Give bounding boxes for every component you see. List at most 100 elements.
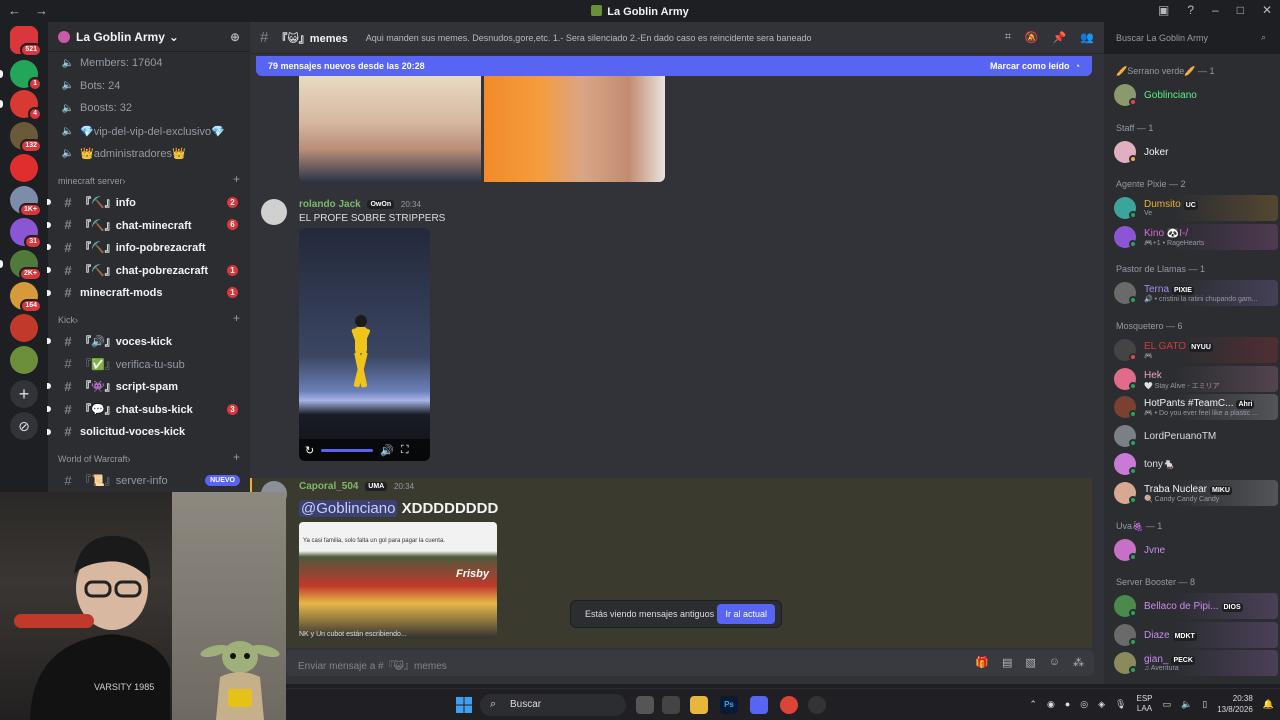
windows-start-icon[interactable] — [456, 697, 472, 713]
chrome-icon[interactable] — [780, 696, 798, 714]
member-item[interactable]: gian_ PECK ♫ Aventura — [1114, 650, 1278, 677]
member-item[interactable]: LordPeruanoTM — [1114, 423, 1276, 449]
replay-icon[interactable]: ↻ — [305, 444, 314, 457]
user-mention[interactable]: @Goblinciano — [299, 500, 398, 517]
jump-present-button[interactable]: Ir al actual — [717, 604, 775, 624]
file-explorer-icon[interactable] — [690, 696, 708, 714]
chevron-up-icon[interactable]: ⌃ — [1029, 699, 1037, 710]
server-icon[interactable] — [10, 154, 38, 182]
pin-icon[interactable]: 📌 — [1053, 31, 1067, 44]
member-item[interactable]: Traba Nuclear MIKU 🍭 Candy Candy Candy — [1114, 480, 1278, 506]
add-channel-icon[interactable]: + — [233, 172, 240, 186]
server-icon[interactable]: 521 — [10, 26, 42, 57]
member-item[interactable]: Kino 🐼I-/🎮+1 • RageHearts — [1114, 223, 1278, 250]
message-input[interactable]: Enviar mensaje a #『😺』memes 🎁 ▤ ▧ ☺ ⁂ — [286, 650, 1094, 676]
server-stat-channel[interactable]: 🔈 Members: 17604 — [48, 52, 250, 75]
member-item[interactable]: Diaze MDKT — [1114, 621, 1278, 648]
help-icon[interactable]: ? — [1187, 3, 1194, 17]
tray-app-icon[interactable]: ◈ — [1098, 699, 1105, 710]
meme-image-right[interactable] — [484, 74, 665, 182]
member-item[interactable]: Terna PIXIE 🔊 • cristini la ratini chupand… — [1114, 280, 1278, 307]
battery-icon[interactable]: ▯ — [1202, 699, 1207, 710]
server-icon[interactable]: 31 — [10, 218, 42, 249]
server-icon[interactable] — [10, 314, 38, 342]
meme-image[interactable]: Ya casi familia, solo falta un gol para … — [299, 522, 497, 638]
add-channel-icon[interactable]: + — [233, 450, 240, 464]
add-server-icon[interactable]: + — [10, 380, 38, 408]
message-author[interactable]: rolando Jack — [299, 199, 361, 210]
gif-icon[interactable]: ▤ — [1002, 656, 1012, 669]
server-stat-channel[interactable]: 🔈 👑administradores👑 — [48, 142, 250, 165]
members-icon[interactable]: 👥 — [1080, 31, 1094, 44]
member-item[interactable]: Hek 🤍 Stay Alive - エミリア — [1114, 365, 1278, 392]
category-header[interactable]: Kick › + — [48, 304, 250, 330]
member-item[interactable]: Bellaco de Pipi... DIOS — [1114, 593, 1278, 620]
member-item[interactable]: tony🐁 — [1114, 451, 1276, 477]
emoji-icon[interactable]: ☺ — [1049, 656, 1060, 669]
category-header[interactable]: minecraft server › + — [48, 165, 250, 191]
discover-icon[interactable]: ⊘ — [10, 412, 38, 440]
inbox-icon[interactable]: ▣ — [1158, 3, 1169, 17]
minimize-icon[interactable]: – — [1212, 3, 1219, 17]
search-input[interactable]: Buscar La Goblin Army ⌕ — [1110, 28, 1272, 48]
channel-item[interactable]: # minecraft-mods 1 — [47, 281, 250, 304]
maximize-icon[interactable]: □ — [1237, 3, 1244, 17]
avatar[interactable] — [261, 199, 287, 225]
video-player[interactable]: ↻ 🔊 ⛶ — [299, 228, 430, 461]
volume-icon[interactable]: 🔊 — [380, 444, 394, 457]
member-item[interactable]: HotPants #TeamC... Ahri 🎮 • Do you ever fe… — [1114, 394, 1278, 421]
app-icon[interactable] — [808, 696, 826, 714]
new-messages-bar[interactable]: 79 mensajes nuevos desde las 20:28 Marca… — [256, 56, 1092, 76]
member-item[interactable]: Dumsito UC Ve — [1114, 195, 1278, 222]
network-icon[interactable]: ▭ — [1163, 699, 1172, 710]
server-icon[interactable]: 2K+ — [10, 250, 42, 281]
progress-bar[interactable] — [321, 448, 374, 452]
add-user-icon[interactable]: ⊕ — [230, 30, 240, 44]
server-icon[interactable]: 164 — [10, 282, 42, 313]
server-header[interactable]: La Goblin Army ⌄ ⊕ — [48, 22, 250, 52]
add-channel-icon[interactable]: + — [233, 311, 240, 325]
channel-item[interactable]: # 『⛏️』chat-minecraft 6 — [47, 214, 250, 237]
member-item[interactable]: EL GATO NYUU 🎮 — [1114, 337, 1278, 363]
task-view-icon[interactable] — [636, 696, 654, 714]
server-stat-channel[interactable]: 🔈 Bots: 24 — [48, 75, 250, 98]
channel-item[interactable]: # 『📜』server-info NUEVO — [48, 469, 250, 492]
member-item[interactable]: Joker — [1114, 139, 1276, 165]
member-item[interactable]: Goblinciano — [1114, 82, 1276, 108]
server-icon[interactable]: 4 — [10, 90, 42, 121]
channel-item[interactable]: # 『⛏️』chat-pobrezacraft 1 — [47, 259, 250, 282]
notification-icon[interactable]: 🔔 — [1263, 699, 1274, 710]
clock[interactable]: 20:38 13/8/2026 — [1217, 693, 1253, 715]
threads-icon[interactable]: ⌗ — [1005, 31, 1011, 44]
channel-item[interactable]: # 『⛏️』info 2 — [47, 191, 250, 214]
mute-icon[interactable]: 🔕 — [1025, 31, 1039, 44]
channel-item[interactable]: # 『💬』chat-subs-kick 3 — [47, 398, 250, 421]
message-author[interactable]: Caporal_504 — [299, 481, 358, 492]
server-stat-channel[interactable]: 🔈 Boosts: 32 — [48, 97, 250, 120]
member-item[interactable]: Jvne — [1114, 537, 1276, 563]
channel-item[interactable]: # 『✅』verifica-tu-sub — [48, 353, 250, 376]
server-icon[interactable]: 1 — [10, 60, 42, 91]
sticker-icon[interactable]: ▧ — [1025, 656, 1035, 669]
discord-icon[interactable] — [750, 696, 768, 714]
server-stat-channel[interactable]: 🔈 💎vip-del-vip-del-exclusivo💎 — [48, 120, 250, 143]
tray-app-icon[interactable]: ● — [1065, 699, 1070, 709]
taskbar-search[interactable]: ⌕ Buscar — [480, 694, 626, 716]
app-icon[interactable] — [662, 696, 680, 714]
server-icon[interactable]: 1K+ — [10, 186, 42, 217]
tray-app-icon[interactable]: ◉ — [1047, 699, 1055, 710]
channel-topic[interactable]: Aqui manden sus memes. Desnudos,gore,etc… — [366, 33, 812, 43]
gift-icon[interactable]: 🎁 — [975, 656, 989, 669]
apps-icon[interactable]: ⁂ — [1073, 656, 1084, 669]
tray-app-icon[interactable]: ◎ — [1080, 699, 1088, 710]
meme-image-left[interactable] — [299, 74, 481, 182]
volume-icon[interactable]: 🔈 — [1181, 699, 1192, 710]
mark-read-button[interactable]: Marcar como leído — [990, 61, 1070, 71]
channel-item[interactable]: # 『🔊』voces-kick — [47, 330, 250, 353]
photoshop-icon[interactable]: Ps — [720, 696, 738, 714]
channel-item[interactable]: # 『⛏️』info-pobrezacraft — [47, 236, 250, 259]
server-icon[interactable] — [10, 346, 38, 374]
channel-item[interactable]: # 『👾』script-spam — [47, 375, 250, 398]
server-icon[interactable]: 132 — [10, 122, 42, 153]
close-icon[interactable]: ✕ — [1262, 3, 1272, 17]
